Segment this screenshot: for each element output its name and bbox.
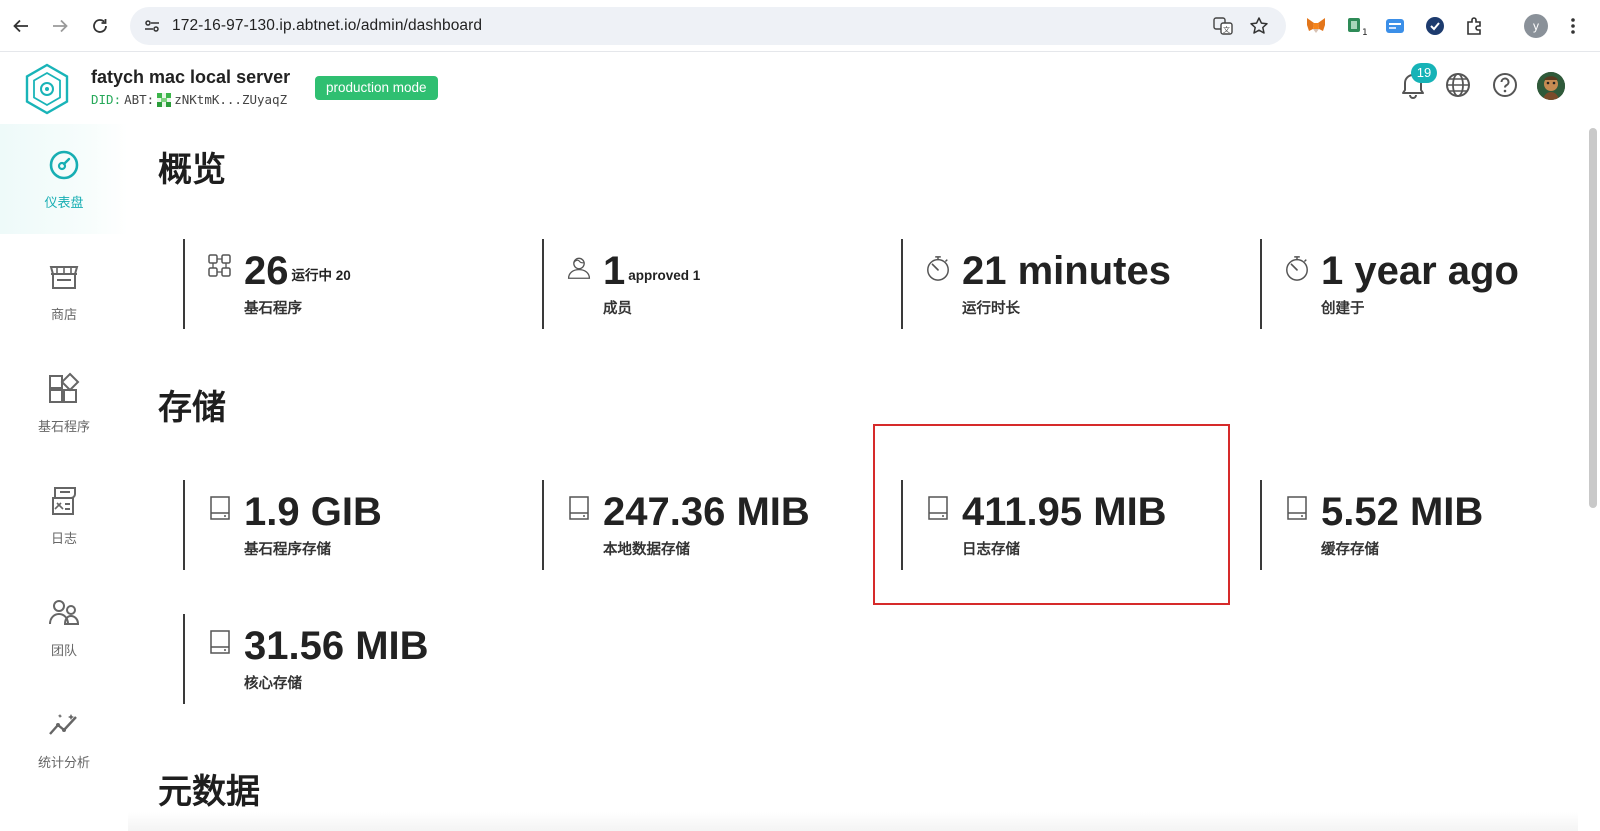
- url-text[interactable]: 172-16-97-130.ip.abtnet.io/admin/dashboa…: [172, 17, 482, 35]
- stat-core-storage[interactable]: 31.56 MIB 核心存储: [183, 614, 533, 704]
- team-icon: [49, 599, 80, 625]
- mode-badge: production mode: [315, 76, 438, 100]
- did-avatar-icon: [157, 92, 172, 107]
- help-icon[interactable]: [1490, 70, 1520, 100]
- sidebar-item-label: 统计分析: [37, 754, 90, 770]
- metamask-extension-icon[interactable]: [1304, 14, 1328, 38]
- stat-value: 5.52 MIB: [1321, 490, 1484, 534]
- sidebar-item-team[interactable]: 团队: [0, 572, 128, 682]
- sidebar-item-label: 基石程序: [37, 418, 90, 434]
- sidebar-item-dashboard[interactable]: 仪表盘: [0, 124, 128, 234]
- browser-profile-avatar[interactable]: y: [1524, 14, 1548, 38]
- language-globe-icon[interactable]: [1443, 70, 1473, 100]
- stat-label: 成员: [603, 301, 632, 317]
- card-extension-icon[interactable]: [1383, 14, 1407, 38]
- svg-text:文: 文: [1223, 25, 1230, 34]
- did-address[interactable]: DID: ABT: zNKtmK...ZUyaqZ: [91, 92, 287, 107]
- user-avatar[interactable]: [1537, 72, 1565, 100]
- stat-label: 本地数据存储: [603, 542, 690, 558]
- did-method: ABT:: [124, 92, 155, 107]
- stat-label: 核心存储: [244, 676, 302, 692]
- stopwatch-icon: [925, 253, 951, 283]
- stat-value: 26: [244, 249, 289, 293]
- stat-suffix: 运行中 20: [291, 268, 351, 283]
- stat-label: 基石程序: [244, 301, 302, 317]
- overview-title: 概览: [158, 151, 226, 189]
- sidebar-item-label: 团队: [50, 642, 77, 658]
- stat-blocklets[interactable]: 26 运行中 20 基石程序: [183, 239, 533, 329]
- members-icon: [566, 253, 592, 283]
- analytics-icon: [49, 713, 77, 735]
- stat-cache-storage[interactable]: 5.52 MIB 缓存存储: [1260, 480, 1600, 570]
- stat-uptime[interactable]: 21 minutes 运行时长: [901, 239, 1251, 329]
- drive-icon: [566, 494, 592, 524]
- stat-members[interactable]: 1 approved 1 成员: [542, 239, 892, 329]
- check-extension-icon[interactable]: [1423, 14, 1447, 38]
- stat-suffix: approved 1: [628, 268, 701, 283]
- stat-local-data-storage[interactable]: 247.36 MIB 本地数据存储: [542, 480, 892, 570]
- sidebar-item-blocklets[interactable]: 基石程序: [0, 348, 128, 458]
- sidebar-item-analytics[interactable]: 统计分析: [0, 684, 128, 794]
- sidebar-item-label: 商店: [50, 306, 77, 322]
- scrollbar-thumb[interactable]: [1589, 128, 1597, 508]
- app-header: fatych mac local server DID: ABT: zNKtmK…: [0, 52, 1600, 124]
- translate-icon[interactable]: 文: [1212, 15, 1234, 37]
- sidebar-item-label: 日志: [50, 530, 77, 546]
- stat-value: 247.36 MIB: [603, 490, 810, 534]
- reload-icon: [93, 19, 107, 33]
- drive-icon: [207, 628, 233, 658]
- stat-value: 1: [603, 249, 626, 293]
- drive-icon: [207, 494, 233, 524]
- sidebar-item-store[interactable]: 商店: [0, 236, 128, 346]
- reload-button[interactable]: [86, 12, 114, 40]
- extensions-puzzle-icon[interactable]: [1463, 14, 1487, 38]
- stat-label: 缓存存储: [1321, 542, 1379, 558]
- dashboard-gauge-icon: [49, 150, 79, 179]
- bookmark-star-icon[interactable]: [1248, 15, 1270, 37]
- sidebar: 仪表盘 商店 基石程序 日志 团队 统计分析: [0, 124, 128, 831]
- svg-text:1: 1: [1362, 28, 1367, 37]
- drive-icon: [1284, 494, 1310, 524]
- stat-created-at[interactable]: 1 year ago 创建于: [1260, 239, 1600, 329]
- blocklet-apps-icon: [49, 372, 80, 403]
- back-button[interactable]: [7, 12, 35, 40]
- store-icon: [49, 265, 79, 289]
- browser-toolbar: 172-16-97-130.ip.abtnet.io/admin/dashboa…: [0, 0, 1600, 52]
- server-name: fatych mac local server: [91, 67, 291, 87]
- did-short: zNKtmK...ZUyaqZ: [174, 92, 288, 107]
- did-prefix: DID:: [91, 92, 122, 107]
- server-logo-icon[interactable]: [22, 62, 72, 116]
- green-extension-icon[interactable]: 1: [1344, 14, 1368, 38]
- highlight-box: [873, 424, 1230, 605]
- sidebar-item-label: 仪表盘: [44, 194, 84, 210]
- stat-blocklet-storage[interactable]: 1.9 GIB 基石程序存储: [183, 480, 533, 570]
- stat-value: 31.56 MIB: [244, 624, 429, 668]
- stat-value: 1 year ago: [1321, 249, 1519, 293]
- site-info-icon[interactable]: [140, 14, 164, 38]
- stat-label: 创建于: [1321, 301, 1365, 317]
- storage-title: 存储: [158, 389, 226, 427]
- dashboard-content: 概览 26 运行中 20 基石程序 1 approved 1 成员 21 minut…: [128, 124, 1580, 831]
- arrow-left-icon: [13, 19, 28, 33]
- stat-label: 运行时长: [962, 301, 1020, 317]
- metadata-title: 元数据: [158, 773, 260, 811]
- apps-grid-icon: [207, 253, 233, 283]
- stopwatch-icon: [1284, 253, 1310, 283]
- content-fade: [128, 812, 1578, 831]
- browser-menu-icon[interactable]: [1561, 14, 1585, 38]
- address-bar[interactable]: 172-16-97-130.ip.abtnet.io/admin/dashboa…: [130, 7, 1286, 45]
- stat-label: 基石程序存储: [244, 542, 331, 558]
- arrow-right-icon: [53, 19, 68, 33]
- notification-count-badge: 19: [1411, 63, 1437, 83]
- sidebar-item-logs[interactable]: 日志: [0, 460, 128, 570]
- stat-value: 1.9 GIB: [244, 490, 382, 534]
- log-icon: [52, 486, 76, 515]
- forward-button[interactable]: [46, 12, 74, 40]
- stat-value: 21 minutes: [962, 249, 1171, 293]
